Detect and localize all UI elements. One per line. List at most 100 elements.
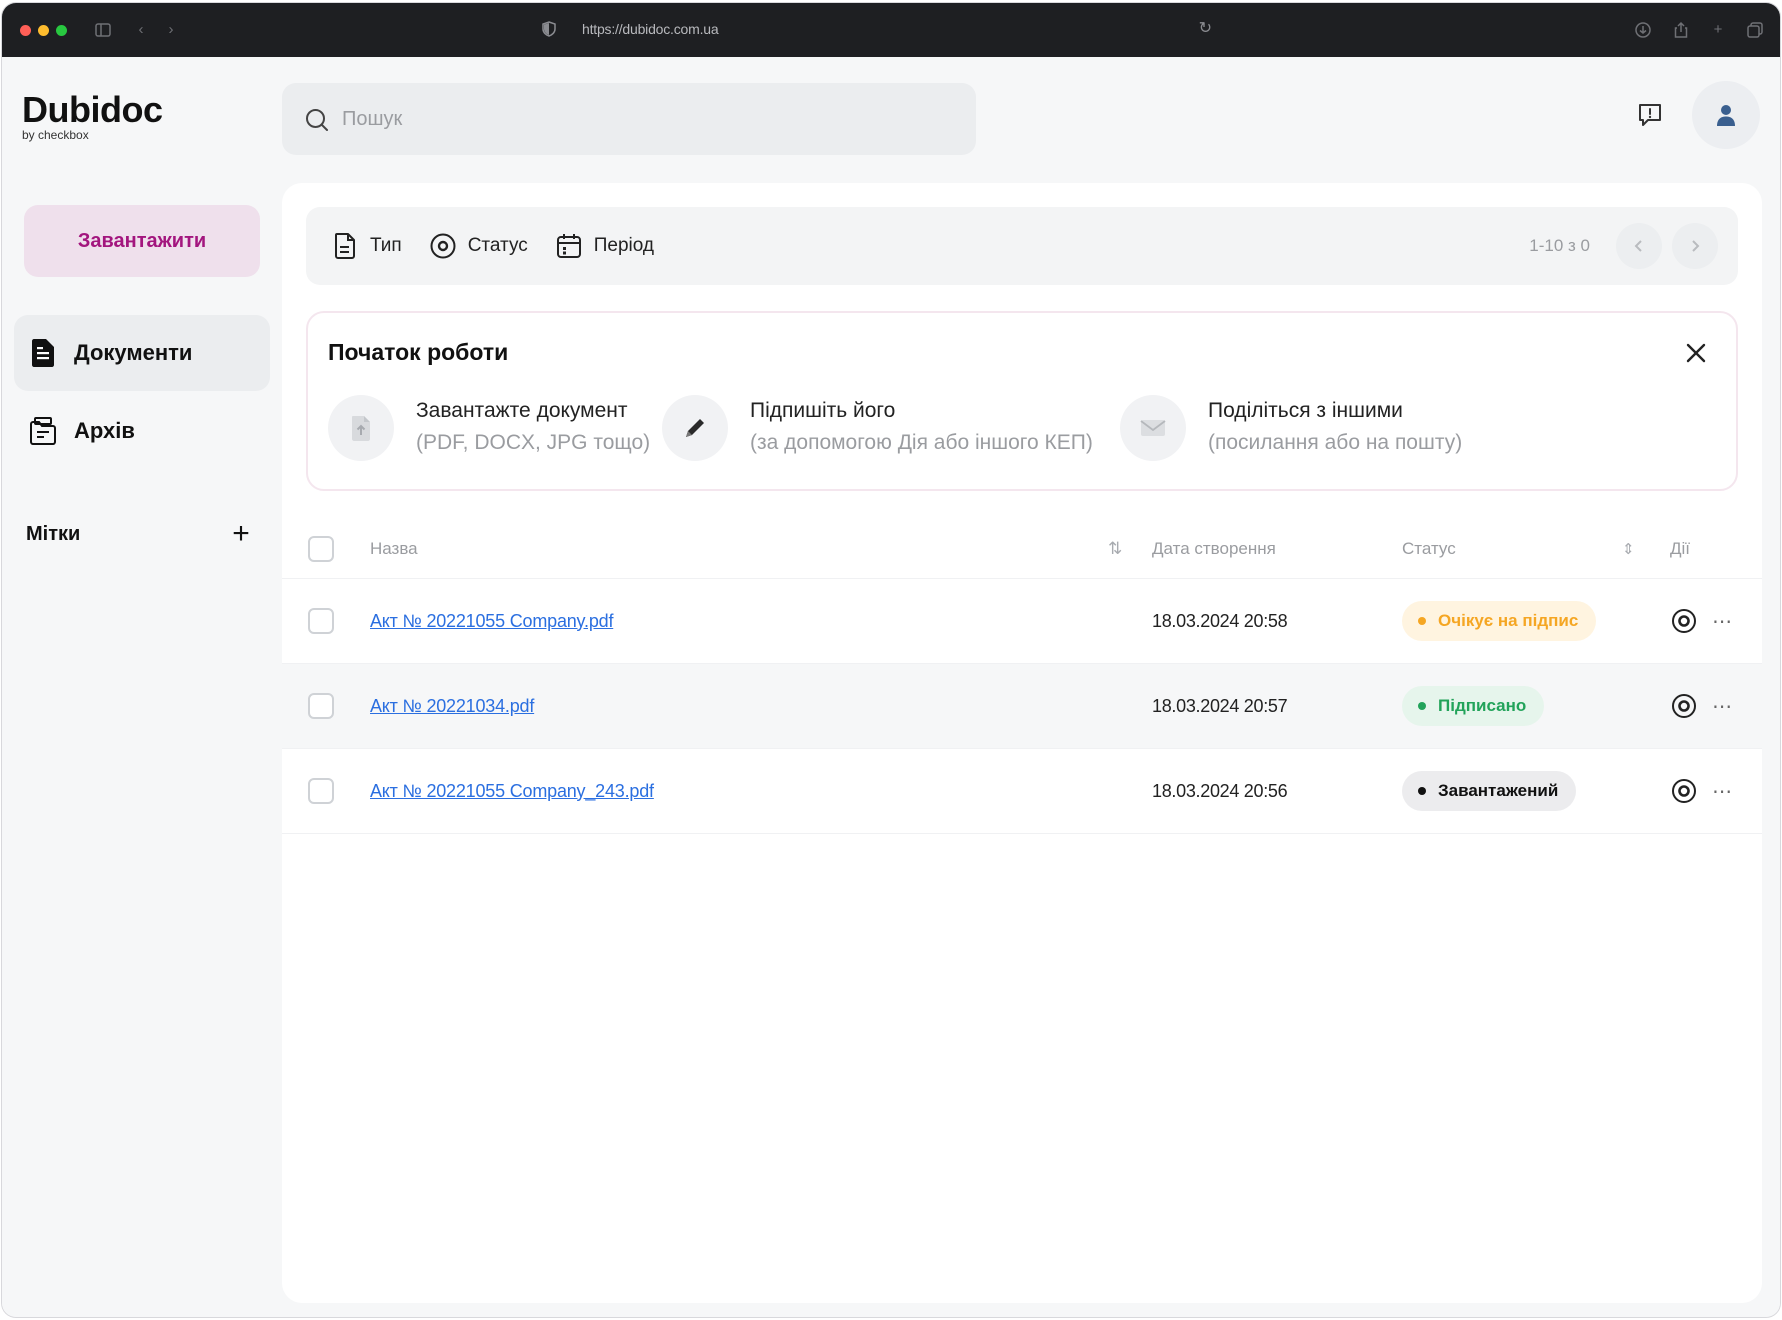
sort-name-icon[interactable]: ⇅ xyxy=(1108,539,1122,559)
status-details-icon[interactable] xyxy=(1670,692,1698,720)
sort-status-icon[interactable]: ⇕ xyxy=(1622,540,1635,558)
user-icon xyxy=(1717,105,1735,126)
filter-type-label: Тип xyxy=(370,235,402,256)
search-input[interactable] xyxy=(342,83,942,155)
window-controls xyxy=(20,25,67,36)
upload-file-icon xyxy=(328,395,394,461)
sidebar-item-documents[interactable]: Документи xyxy=(14,315,270,391)
feedback-button[interactable] xyxy=(1632,97,1668,133)
url-text: https://dubidoc.com.ua xyxy=(582,21,719,37)
column-header-status[interactable]: Статус xyxy=(1402,539,1456,559)
document-link[interactable]: Акт № 20221034.pdf xyxy=(370,696,534,717)
close-icon xyxy=(1686,343,1706,363)
onboarding-card: Початок роботи Завантажте документ (PDF,… xyxy=(306,311,1738,491)
status-dot xyxy=(1418,787,1426,795)
status-details-icon[interactable] xyxy=(1670,607,1698,635)
sidebar-item-archive[interactable]: Архів xyxy=(14,393,270,469)
add-tag-button[interactable]: + xyxy=(226,519,256,549)
share-icon[interactable] xyxy=(1672,21,1690,39)
app-logo[interactable]: Dubidoc by checkbox xyxy=(22,89,163,142)
column-header-actions: Дії xyxy=(1670,538,1691,558)
sidebar-item-label: Документи xyxy=(74,340,193,365)
row-checkbox[interactable] xyxy=(308,693,334,719)
pen-icon xyxy=(662,395,728,461)
filter-status-label: Статус xyxy=(467,235,528,256)
more-actions-icon[interactable]: ⋯ xyxy=(1712,694,1733,719)
status-icon xyxy=(430,233,456,259)
status-badge-label: Завантажений xyxy=(1438,781,1559,800)
document-icon xyxy=(28,338,58,368)
filter-type-button[interactable]: Тип xyxy=(330,226,402,266)
back-icon[interactable]: ‹ xyxy=(132,21,150,39)
status-dot xyxy=(1418,702,1426,710)
tabs-overview-icon[interactable] xyxy=(1746,21,1764,39)
status-badge: Завантажений xyxy=(1402,771,1577,811)
status-dot xyxy=(1418,617,1426,625)
row-checkbox[interactable] xyxy=(308,778,334,804)
browser-toolbar: ‹ › https://dubidoc.com.ua ↻ + xyxy=(2,3,1780,57)
new-tab-icon[interactable]: + xyxy=(1709,21,1727,39)
status-badge-label: Підписано xyxy=(1438,696,1527,715)
row-checkbox[interactable] xyxy=(308,608,334,634)
table-row[interactable]: Акт № 20221055 Company_243.pdf 18.03.202… xyxy=(282,749,1762,834)
reload-icon[interactable]: ↻ xyxy=(1199,20,1212,38)
column-header-name[interactable]: Назва xyxy=(370,539,418,559)
document-link[interactable]: Акт № 20221055 Company_243.pdf xyxy=(370,781,654,802)
documents-table: Назва ⇅ Дата створення Статус ⇕ Дії Акт … xyxy=(282,519,1762,834)
feedback-icon xyxy=(1639,104,1661,126)
select-all-checkbox[interactable] xyxy=(308,535,334,562)
status-badge: Очікує на підпис xyxy=(1402,601,1597,641)
calendar-icon xyxy=(556,234,581,258)
onboarding-step-subtitle: (за допомогою Дія або іншого КЕП) xyxy=(750,431,1093,454)
document-link[interactable]: Акт № 20221055 Company.pdf xyxy=(370,611,613,632)
sidebar-toggle-icon[interactable] xyxy=(94,21,112,39)
table-row[interactable]: Акт № 20221055 Company.pdf 18.03.2024 20… xyxy=(282,579,1762,664)
search-bar xyxy=(282,83,976,155)
onboarding-step-title: Завантажте документ xyxy=(416,399,628,422)
onboarding-step-upload: Завантажте документ (PDF, DOCX, JPG тощо… xyxy=(328,395,650,461)
documents-panel: Тип Статус Період 1-10 з 0 Початок робот… xyxy=(282,183,1762,1303)
onboarding-step-share: Поділіться з іншими (посилання або на по… xyxy=(1120,395,1462,461)
onboarding-step-subtitle: (PDF, DOCX, JPG тощо) xyxy=(416,431,651,454)
filter-period-button[interactable]: Період xyxy=(554,226,654,266)
sidebar-item-label: Архів xyxy=(74,418,135,443)
browser-window: ‹ › https://dubidoc.com.ua ↻ + Dubidoc b… xyxy=(2,3,1780,1317)
app-page: Dubidoc by checkbox Завантажити xyxy=(2,57,1780,1317)
status-badge: Підписано xyxy=(1402,686,1545,726)
document-date: 18.03.2024 20:56 xyxy=(1152,780,1288,801)
tags-section-header: Мітки + xyxy=(26,519,256,549)
document-date: 18.03.2024 20:58 xyxy=(1152,610,1288,631)
maximize-window-button[interactable] xyxy=(56,25,67,36)
logo-title: Dubidoc xyxy=(22,89,163,130)
next-page-button[interactable] xyxy=(1672,223,1718,269)
filter-status-button[interactable]: Статус xyxy=(428,226,528,266)
onboarding-step-subtitle: (посилання або на пошту) xyxy=(1208,431,1463,454)
tags-title: Мітки xyxy=(26,522,81,545)
address-bar[interactable]: https://dubidoc.com.ua ↻ xyxy=(542,17,1212,43)
onboarding-step-title: Підпишіть його xyxy=(750,399,896,422)
close-onboarding-button[interactable] xyxy=(1682,339,1710,367)
column-header-date[interactable]: Дата створення xyxy=(1152,539,1276,559)
minimize-window-button[interactable] xyxy=(38,25,49,36)
close-window-button[interactable] xyxy=(20,25,31,36)
prev-page-button[interactable] xyxy=(1616,223,1662,269)
privacy-shield-icon xyxy=(542,21,558,37)
more-actions-icon[interactable]: ⋯ xyxy=(1712,609,1733,634)
user-avatar-button[interactable] xyxy=(1692,81,1760,149)
onboarding-step-sign: Підпишіть його (за допомогою Дія або інш… xyxy=(662,395,1093,461)
table-header: Назва ⇅ Дата створення Статус ⇕ Дії xyxy=(282,519,1762,579)
chevron-left-icon xyxy=(1634,240,1642,252)
document-date: 18.03.2024 20:57 xyxy=(1152,695,1288,716)
upload-button[interactable]: Завантажити xyxy=(24,205,260,277)
file-type-icon xyxy=(335,233,355,259)
forward-icon[interactable]: › xyxy=(162,21,180,39)
more-actions-icon[interactable]: ⋯ xyxy=(1712,779,1733,804)
download-icon[interactable] xyxy=(1634,21,1652,39)
search-icon xyxy=(306,109,328,131)
chevron-right-icon xyxy=(1692,240,1700,252)
status-badge-label: Очікує на підпис xyxy=(1438,611,1579,630)
onboarding-title: Початок роботи xyxy=(328,339,509,365)
mail-icon xyxy=(1120,395,1186,461)
table-row[interactable]: Акт № 20221034.pdf 18.03.2024 20:57 Підп… xyxy=(282,664,1762,749)
status-details-icon[interactable] xyxy=(1670,777,1698,805)
